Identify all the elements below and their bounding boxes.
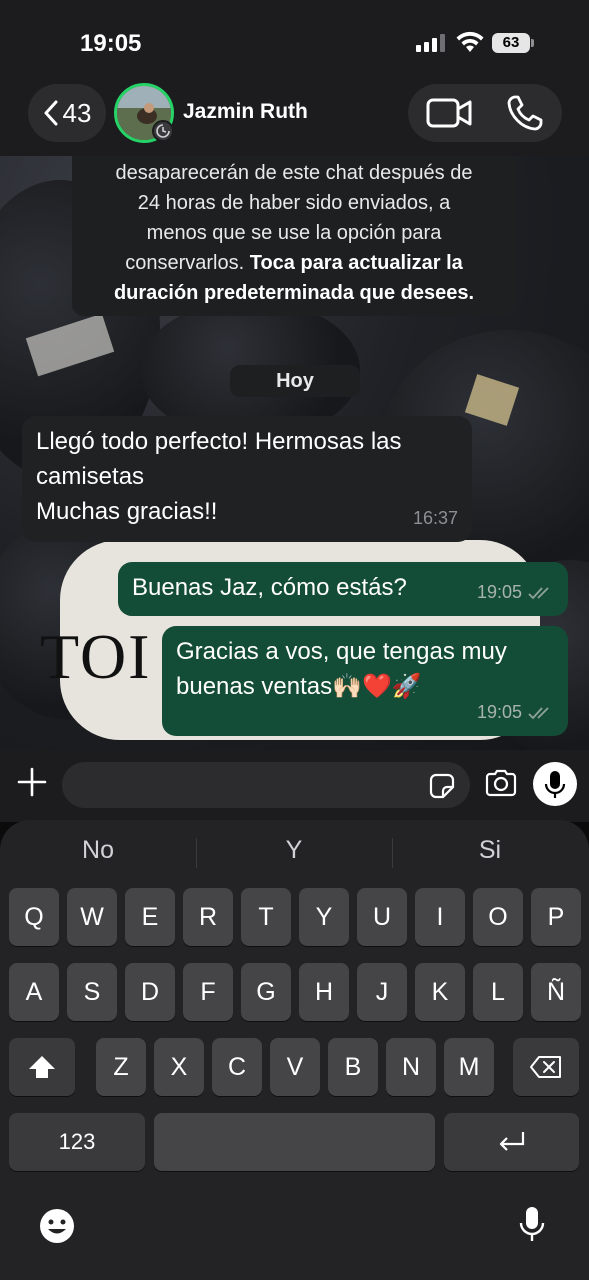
double-check-icon xyxy=(528,586,549,599)
return-key[interactable] xyxy=(444,1113,579,1171)
key-l[interactable]: L xyxy=(473,963,523,1021)
notice-line: menos que se use la opción para xyxy=(146,222,442,244)
message-meta: 19:05 xyxy=(477,695,554,730)
notice-line: 24 horas de haber sido enviados, a xyxy=(137,192,451,214)
key-x[interactable]: X xyxy=(154,1038,204,1096)
keyboard: No Y Si Q W E R T Y U I O P A S D F G H … xyxy=(0,820,589,1280)
message-time: 16:37 xyxy=(412,508,458,528)
suggestion-item[interactable]: Si xyxy=(392,836,588,865)
key-d[interactable]: D xyxy=(125,963,175,1021)
message-text: Gracias a vos, que tengas muy xyxy=(176,638,507,665)
emoji-icon[interactable] xyxy=(37,1206,77,1246)
key-r[interactable]: R xyxy=(183,888,233,946)
key-o[interactable]: O xyxy=(473,888,523,946)
cellular-signal-icon xyxy=(416,34,445,52)
message-time: 19:05 xyxy=(476,702,522,722)
wifi-icon xyxy=(456,31,484,52)
key-n[interactable]: N xyxy=(386,1038,436,1096)
key-t[interactable]: T xyxy=(241,888,291,946)
key-f[interactable]: F xyxy=(183,963,233,1021)
contact-name[interactable]: Jazmin Ruth xyxy=(183,100,308,124)
voice-message-button[interactable] xyxy=(533,762,577,806)
back-button[interactable]: 43 xyxy=(28,84,106,142)
notice-link[interactable]: duración predeterminada que desees. xyxy=(114,282,474,304)
double-check-icon xyxy=(528,706,549,719)
message-time: 19:05 xyxy=(476,582,522,602)
space-key[interactable] xyxy=(154,1113,435,1171)
backspace-icon xyxy=(530,1056,561,1078)
chat-header: 43 Jazmin Ruth xyxy=(0,80,589,156)
key-b[interactable]: B xyxy=(328,1038,378,1096)
wallpaper-paper-text: TOI xyxy=(40,621,152,692)
plus-icon[interactable] xyxy=(16,766,48,798)
key-n-tilde[interactable]: Ñ xyxy=(531,963,581,1021)
message-bubble-outgoing[interactable]: Buenas Jaz, cómo estás? 19:05 xyxy=(118,562,568,616)
return-icon xyxy=(499,1132,524,1151)
suggestion-item[interactable]: No xyxy=(0,836,196,865)
unread-count: 43 xyxy=(62,97,92,128)
backspace-key[interactable] xyxy=(513,1038,579,1096)
call-actions xyxy=(408,84,562,142)
key-w[interactable]: W xyxy=(67,888,117,946)
shift-key[interactable] xyxy=(9,1038,75,1096)
key-i[interactable]: I xyxy=(415,888,465,946)
camera-icon[interactable] xyxy=(484,769,518,797)
battery-tip xyxy=(531,39,534,47)
dictation-microphone-icon[interactable] xyxy=(512,1204,552,1244)
key-z[interactable]: Z xyxy=(96,1038,146,1096)
video-call-icon[interactable] xyxy=(426,97,472,129)
phone-call-icon[interactable] xyxy=(506,94,544,132)
key-j[interactable]: J xyxy=(357,963,407,1021)
key-c[interactable]: C xyxy=(212,1038,262,1096)
message-text: Muchas gracias!! xyxy=(36,498,218,525)
key-v[interactable]: V xyxy=(270,1038,320,1096)
message-input[interactable] xyxy=(62,762,470,808)
key-e[interactable]: E xyxy=(125,888,175,946)
key-g[interactable]: G xyxy=(241,963,291,1021)
message-bubble-outgoing[interactable]: Gracias a vos, que tengas muy buenas ven… xyxy=(162,626,568,736)
message-meta: 19:05 xyxy=(477,575,554,610)
key-p[interactable]: P xyxy=(531,888,581,946)
shift-arrow-icon xyxy=(29,1056,55,1078)
numbers-key[interactable]: 123 xyxy=(9,1113,145,1171)
message-text: camisetas xyxy=(36,463,145,490)
status-bar: 19:05 63 xyxy=(0,0,589,80)
key-m[interactable]: M xyxy=(444,1038,494,1096)
disappearing-messages-notice[interactable]: desaparecerán de este chat después de 24… xyxy=(72,156,516,316)
message-meta: 16:37 xyxy=(413,501,458,536)
key-k[interactable]: K xyxy=(415,963,465,1021)
battery-indicator: 63 xyxy=(492,33,530,53)
key-y[interactable]: Y xyxy=(299,888,349,946)
key-h[interactable]: H xyxy=(299,963,349,1021)
key-s[interactable]: S xyxy=(67,963,117,1021)
suggestion-bar: No Y Si xyxy=(0,820,589,884)
key-u[interactable]: U xyxy=(357,888,407,946)
message-composer xyxy=(0,750,589,822)
message-text: Llegó todo perfecto! Hermosas las xyxy=(36,428,402,455)
date-separator: Hoy xyxy=(230,365,360,397)
notice-link[interactable]: Toca para actualizar la xyxy=(250,252,463,274)
chevron-left-icon xyxy=(44,100,58,126)
sticker-icon[interactable] xyxy=(428,772,456,800)
key-a[interactable]: A xyxy=(9,963,59,1021)
microphone-icon xyxy=(544,771,566,798)
status-time: 19:05 xyxy=(80,30,142,57)
notice-line: desaparecerán de este chat después de xyxy=(115,162,473,184)
message-bubble-incoming[interactable]: Llegó todo perfecto! Hermosas las camise… xyxy=(22,416,472,542)
notice-line: conservarlos. Toca para actualizar la xyxy=(80,248,508,278)
suggestion-item[interactable]: Y xyxy=(196,836,392,865)
disappearing-timer-icon xyxy=(152,120,174,142)
key-q[interactable]: Q xyxy=(9,888,59,946)
notice-text: conservarlos. xyxy=(125,252,250,274)
notice-line: duración predeterminada que desees. xyxy=(80,278,508,308)
